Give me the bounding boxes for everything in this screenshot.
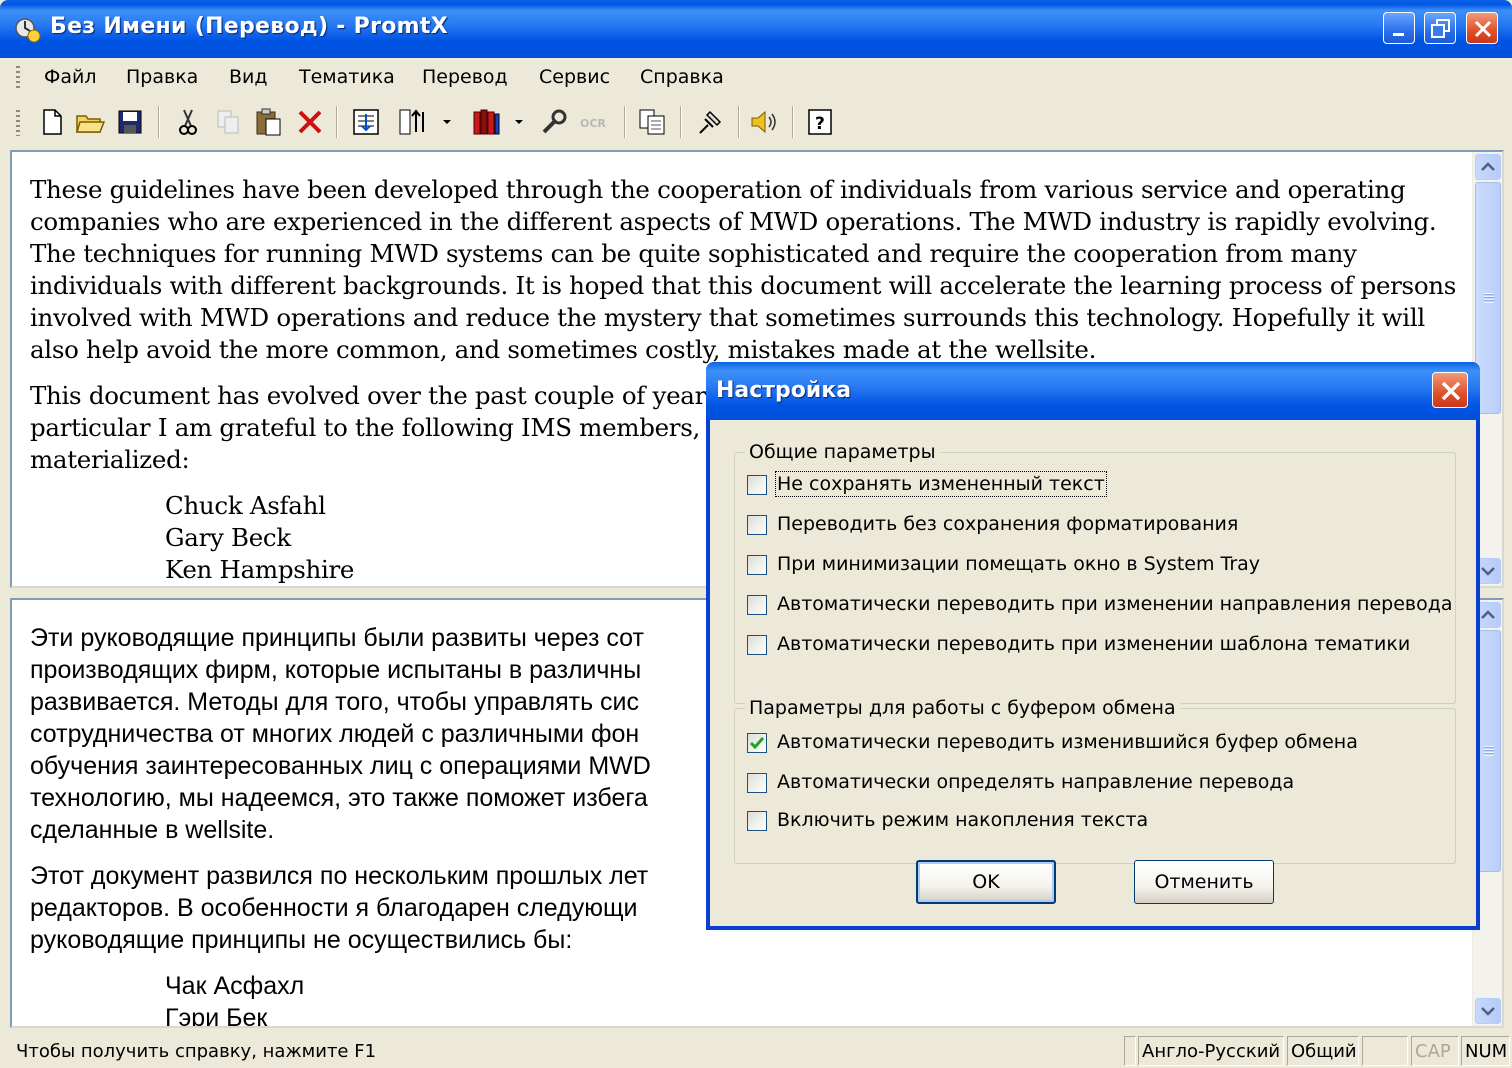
- window-title: Без Имени (Перевод) - PromtX: [50, 14, 448, 39]
- option-label: Переводить без сохранения форматирования: [777, 513, 1239, 535]
- toolbar-separator: [738, 106, 740, 138]
- dialog-title: Настройка: [716, 378, 852, 403]
- menu-service[interactable]: Сервис: [539, 66, 610, 88]
- status-panel-empty: [1124, 1036, 1136, 1066]
- cancel-button[interactable]: Отменить: [1134, 860, 1274, 904]
- copy-icon[interactable]: [212, 106, 244, 138]
- pin-icon[interactable]: [694, 106, 726, 138]
- translation-name: Чак Асфахл: [165, 972, 305, 1000]
- checkbox[interactable]: [747, 635, 767, 655]
- settings-dialog: Настройка Общие параметры Не сохранять и…: [706, 362, 1480, 930]
- menu-translate[interactable]: Перевод: [422, 66, 508, 88]
- toolbar-grip[interactable]: [16, 110, 20, 136]
- toolbar-separator: [792, 106, 794, 138]
- toolbar-separator: [624, 106, 626, 138]
- minimize-icon: [1393, 33, 1404, 36]
- cut-icon[interactable]: [172, 106, 204, 138]
- restore-button[interactable]: [1424, 12, 1456, 44]
- svg-text:OCR: OCR: [580, 117, 606, 130]
- help-icon[interactable]: ?: [804, 106, 836, 138]
- close-icon: [1474, 20, 1492, 38]
- checkbox[interactable]: [747, 811, 767, 831]
- menu-bar: Файл Правка Вид Тематика Перевод Сервис …: [0, 58, 1512, 96]
- chevron-down-icon[interactable]: [442, 118, 452, 126]
- menu-file[interactable]: Файл: [44, 66, 97, 88]
- restore-icon: [1431, 19, 1450, 38]
- settings-wrench-icon[interactable]: [538, 106, 570, 138]
- group-legend: Общие параметры: [745, 441, 940, 463]
- status-direction[interactable]: Англо-Русский: [1138, 1036, 1284, 1066]
- checkbox-checked[interactable]: [747, 733, 767, 753]
- open-folder-icon[interactable]: [74, 106, 106, 138]
- option-label: Не сохранять измененный текст: [775, 471, 1107, 497]
- window-title-bar[interactable]: Без Имени (Перевод) - PromtX: [0, 0, 1512, 58]
- dialog-close-button[interactable]: [1432, 372, 1468, 408]
- menu-topic[interactable]: Тематика: [299, 66, 395, 88]
- save-icon[interactable]: [114, 106, 146, 138]
- dialog-title-bar[interactable]: Настройка: [706, 362, 1480, 420]
- checkbox[interactable]: [747, 555, 767, 575]
- toolbar-separator: [680, 106, 682, 138]
- option-label: Автоматически переводить при изменении н…: [777, 593, 1453, 615]
- direction-icon[interactable]: [396, 106, 428, 138]
- clipboard-icon[interactable]: [636, 106, 668, 138]
- checkbox[interactable]: [747, 773, 767, 793]
- option-label: Включить режим накопления текста: [777, 809, 1149, 831]
- status-num: NUM: [1461, 1036, 1510, 1066]
- option-label: Автоматически определять направление пер…: [777, 771, 1295, 793]
- general-options-group: Общие параметры Не сохранять измененный …: [734, 441, 1456, 704]
- dialog-body: Общие параметры Не сохранять измененный …: [710, 420, 1476, 926]
- option-label: При минимизации помещать окно в System T…: [777, 553, 1261, 575]
- status-topic[interactable]: Общий: [1287, 1036, 1359, 1066]
- scroll-up-button[interactable]: [1475, 154, 1501, 180]
- group-legend: Параметры для работы с буфером обмена: [745, 697, 1180, 719]
- ocr-icon[interactable]: OCR: [578, 106, 610, 138]
- promt-app-icon: [15, 18, 41, 43]
- clipboard-options-group: Параметры для работы с буфером обмена Ав…: [734, 697, 1456, 864]
- svg-text:?: ?: [815, 114, 825, 134]
- speaker-icon[interactable]: [748, 106, 780, 138]
- checkbox[interactable]: [747, 595, 767, 615]
- toolbar-separator: [158, 106, 160, 138]
- source-paragraph: These guidelines have been developed thr…: [30, 175, 1457, 364]
- option-label: Автоматически переводить при изменении ш…: [777, 633, 1411, 655]
- status-panel-empty: [1362, 1036, 1408, 1066]
- scroll-grip: [1484, 746, 1494, 756]
- chevron-down-icon[interactable]: [514, 118, 524, 126]
- close-button[interactable]: [1466, 12, 1498, 44]
- translation-name: Гэри Бек: [165, 1004, 268, 1028]
- toolbar: OCR ?: [0, 96, 1512, 148]
- ok-button[interactable]: OK: [916, 860, 1056, 904]
- minimize-button[interactable]: [1383, 12, 1415, 44]
- paste-icon[interactable]: [252, 106, 284, 138]
- option-label: Автоматически переводить изменившийся бу…: [777, 731, 1358, 753]
- scroll-grip: [1484, 293, 1494, 303]
- menu-help[interactable]: Справка: [640, 66, 724, 88]
- status-hint: Чтобы получить справку, нажмите F1: [16, 1041, 377, 1062]
- close-icon: [1441, 381, 1461, 401]
- status-cap: CAP: [1411, 1036, 1459, 1066]
- status-bar: Чтобы получить справку, нажмите F1 Англо…: [0, 1032, 1512, 1068]
- menu-view[interactable]: Вид: [229, 66, 268, 88]
- dictionaries-icon[interactable]: [470, 106, 502, 138]
- new-document-icon[interactable]: [36, 106, 68, 138]
- checkbox[interactable]: [747, 475, 767, 495]
- toolbar-separator: [336, 106, 338, 138]
- translate-icon[interactable]: [350, 106, 382, 138]
- checkmark-icon: [749, 737, 765, 750]
- menu-edit[interactable]: Правка: [126, 66, 198, 88]
- checkbox[interactable]: [747, 515, 767, 535]
- menu-grip[interactable]: [16, 66, 20, 88]
- chevron-down-icon: [1481, 1007, 1495, 1016]
- chevron-up-icon: [1481, 162, 1495, 171]
- scroll-down-button[interactable]: [1475, 998, 1501, 1024]
- delete-icon[interactable]: [294, 106, 326, 138]
